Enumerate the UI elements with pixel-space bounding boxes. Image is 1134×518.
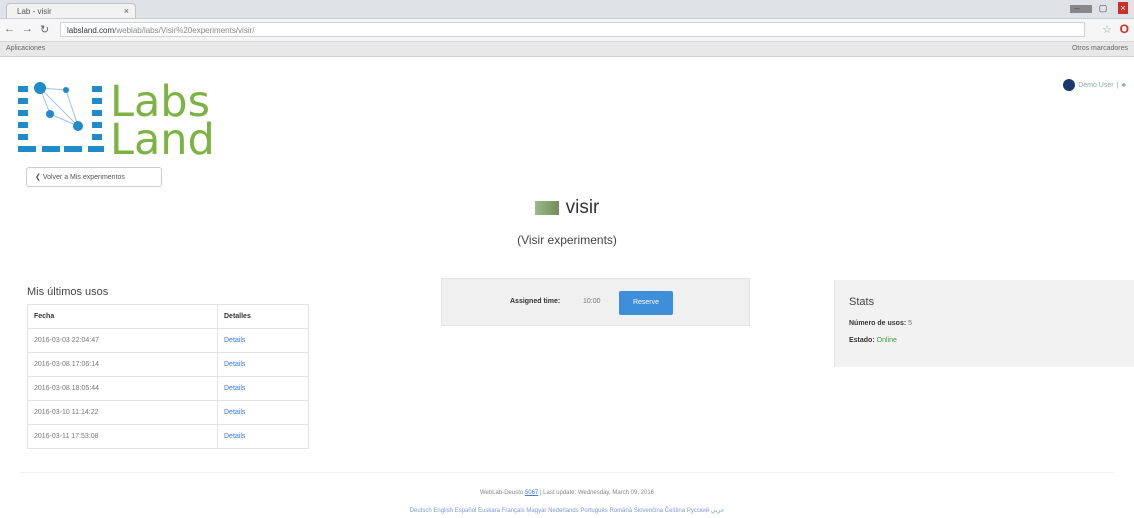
- nav-buttons: ← → ↻: [4, 23, 49, 36]
- bookmarks-bar: Aplicaciones Otros marcadores: [0, 42, 1134, 57]
- assigned-time-label: Assigned time:: [510, 298, 561, 305]
- footer-last-update: | Last update: Wednesday, March 09, 2016: [539, 490, 655, 496]
- details-link[interactable]: Details: [224, 409, 245, 416]
- maximize-icon[interactable]: ▢: [1092, 2, 1114, 14]
- lab-header: visir: [0, 197, 1134, 220]
- url-host: labsland.com: [67, 26, 115, 35]
- table-row: 2016-03-03 22:04:47 Details: [27, 328, 309, 353]
- language-icon[interactable]: ♣: [1121, 82, 1126, 89]
- opera-icon[interactable]: O: [1120, 22, 1129, 36]
- stats-status-row: Estado: Online: [849, 337, 897, 344]
- tab-title: Lab - visir: [17, 7, 52, 16]
- lab-thumbnail: [534, 201, 559, 215]
- back-icon[interactable]: ←: [4, 23, 15, 36]
- labsland-logo[interactable]: Labs Land: [18, 78, 215, 162]
- row-date: 2016-03-08 17:06:14: [27, 352, 218, 377]
- url-path: /weblab/labs/Visir%20experiments/visir/: [114, 26, 255, 35]
- stats-uses-value: 5: [908, 320, 913, 327]
- details-link[interactable]: Details: [224, 385, 245, 392]
- lab-name: visir: [565, 197, 600, 218]
- recent-uses-title: Mis últimos usos: [27, 286, 109, 298]
- table-row: 2016-03-10 11:14:22 Details: [27, 400, 309, 425]
- stats-panel: Stats Número de usos: 5 Estado: Online: [834, 280, 1134, 367]
- table-row: 2016-03-11 17:53:08 Details: [27, 424, 309, 449]
- bookmarks-apps[interactable]: Aplicaciones: [6, 42, 45, 56]
- assigned-time-value: 10:00: [583, 298, 601, 305]
- logo-mark-icon: [18, 82, 104, 152]
- browser-tab-strip: Lab - visir × – ▢ ×: [0, 0, 1134, 19]
- address-bar-row: ← → ↻ labsland.com/weblab/labs/Visir%20e…: [0, 19, 1134, 42]
- table-row: 2016-03-08 17:06:14 Details: [27, 352, 309, 377]
- lab-title: visir: [534, 197, 600, 219]
- window-close-icon[interactable]: ×: [1118, 2, 1128, 14]
- chevron-left-icon: ❮: [35, 174, 43, 181]
- stats-title: Stats: [849, 296, 875, 308]
- avatar-icon: [1063, 79, 1076, 91]
- col-header-details: Detalles: [217, 304, 309, 329]
- window-controls: – ▢ ×: [1066, 2, 1128, 14]
- logo-text-land: Land: [110, 115, 215, 165]
- col-header-date: Fecha: [27, 304, 218, 329]
- footer-version-link[interactable]: 5067: [525, 490, 538, 496]
- account-user[interactable]: Demo User: [1078, 82, 1113, 89]
- lab-subtitle: (Visir experiments): [517, 233, 617, 247]
- footer-divider: [20, 472, 1114, 473]
- footer-version: WebLab-Deusto 5067 | Last update: Wednes…: [0, 490, 1134, 496]
- row-date: 2016-03-10 11:14:22: [27, 400, 218, 425]
- row-date: 2016-03-11 17:53:08: [27, 424, 218, 449]
- reload-icon[interactable]: ↻: [40, 23, 49, 36]
- table-header-row: Fecha Detalles: [27, 304, 309, 329]
- stats-status-value: Online: [876, 337, 897, 344]
- account-menu[interactable]: Demo User | ♣: [1063, 79, 1126, 91]
- details-link[interactable]: Details: [224, 433, 245, 440]
- browser-tab[interactable]: Lab - visir ×: [6, 3, 136, 18]
- back-to-experiments-button[interactable]: ❮ Volver a Mis experimentos: [26, 167, 162, 187]
- row-date: 2016-03-08 18:05:44: [27, 376, 218, 401]
- row-date: 2016-03-03 22:04:47: [27, 328, 218, 353]
- back-button-label: Volver a Mis experimentos: [42, 174, 125, 181]
- footer-languages[interactable]: Deutsch English Español Euskara Français…: [0, 507, 1134, 514]
- recent-uses-table: Fecha Detalles 2016-03-03 22:04:47 Detail…: [27, 304, 309, 449]
- bookmarks-other[interactable]: Otros marcadores: [1072, 42, 1128, 56]
- footer-product: WebLab-Deusto: [479, 490, 524, 496]
- minimize-icon[interactable]: –: [1066, 2, 1088, 14]
- details-link[interactable]: Details: [224, 361, 245, 368]
- tab-close-icon[interactable]: ×: [124, 4, 129, 19]
- bookmark-star-icon[interactable]: ☆: [1102, 23, 1112, 36]
- details-link[interactable]: Details: [224, 337, 245, 344]
- reservation-panel: Assigned time: 10:00 Reserve: [441, 278, 750, 326]
- reserve-button[interactable]: Reserve: [619, 291, 673, 315]
- stats-uses-label: Número de usos:: [849, 320, 907, 327]
- stats-status-label: Estado:: [849, 337, 875, 344]
- account-separator: |: [1116, 81, 1119, 89]
- url-input[interactable]: labsland.com/weblab/labs/Visir%20experim…: [60, 22, 1085, 37]
- forward-icon[interactable]: →: [22, 23, 33, 36]
- table-row: 2016-03-08 18:05:44 Details: [27, 376, 309, 401]
- stats-uses-row: Número de usos: 5: [849, 320, 912, 327]
